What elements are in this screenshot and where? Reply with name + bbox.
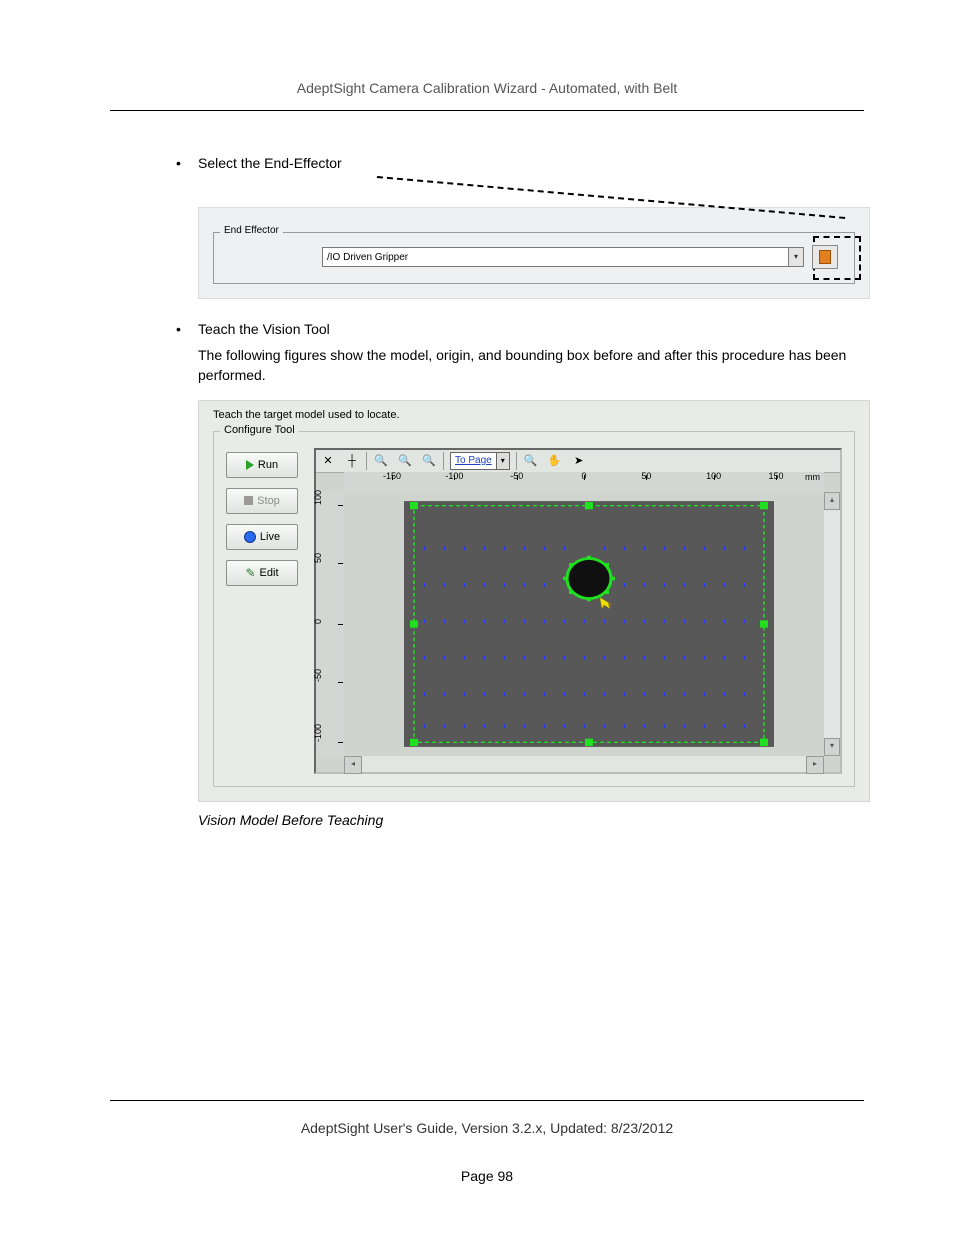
end-effector-combo-value: /IO Driven Gripper (323, 252, 788, 263)
stop-button-label: Stop (257, 495, 280, 507)
scroll-down-icon[interactable]: ▾ (824, 738, 840, 756)
configure-tool-legend: Configure Tool (220, 424, 299, 436)
ruler-unit-label: mm (805, 472, 820, 482)
configure-tool-groupbox: Configure Tool Run Stop Live (213, 431, 855, 787)
ruler-y-tick: 100 (313, 490, 323, 505)
page-number: Page 98 (110, 1168, 864, 1184)
live-icon (244, 531, 256, 543)
callout-line (377, 176, 845, 219)
zoom-out-icon[interactable]: 🔍 (417, 450, 441, 472)
page-header-title: AdeptSight Camera Calibration Wizard - A… (110, 80, 864, 96)
viewer-toolbar: ✕ ┼ 🔍 🔍 🔍 To Page ▾ (316, 450, 840, 473)
toolbar-separator (366, 452, 367, 470)
chevron-down-icon[interactable]: ▾ (496, 453, 509, 469)
model-viewer: ✕ ┼ 🔍 🔍 🔍 To Page ▾ (314, 448, 842, 774)
teach-panel: Teach the target model used to locate. C… (198, 400, 870, 802)
edit-icon: ✎ (245, 566, 255, 580)
ruler-top: -150 -100 -50 0 50 100 150 mm (344, 472, 824, 493)
footer-text: AdeptSight User's Guide, Version 3.2.x, … (110, 1120, 864, 1136)
stop-icon (244, 496, 253, 505)
run-button-label: Run (258, 459, 278, 471)
bullet-select-end-effector: Select the End-Effector (198, 155, 342, 171)
figure-caption: Vision Model Before Teaching (198, 812, 864, 828)
chevron-down-icon[interactable]: ▾ (788, 248, 803, 266)
footer-rule (110, 1100, 864, 1101)
edit-button[interactable]: ✎ Edit (226, 560, 298, 586)
vertical-scrollbar[interactable]: ▴ ▾ (823, 492, 840, 756)
end-effector-groupbox: End Effector /IO Driven Gripper ▾ (213, 232, 855, 284)
edit-button-label: Edit (260, 567, 279, 579)
scroll-left-icon[interactable]: ◂ (344, 756, 362, 774)
magnifier-icon[interactable]: 🔍 (519, 450, 543, 472)
hand-icon[interactable]: ✋ (543, 450, 567, 472)
zoom-in-icon[interactable]: 🔍 (369, 450, 393, 472)
ruler-left: 100 50 0 -50 -100 (316, 492, 345, 756)
scroll-right-icon[interactable]: ▸ (806, 756, 824, 774)
toolbar-separator-2 (443, 452, 444, 470)
end-effector-legend: End Effector (220, 225, 283, 236)
bullet-teach-vision-tool: Teach the Vision Tool (198, 321, 330, 337)
ruler-y-tick: 0 (313, 619, 323, 624)
crosshair-icon[interactable]: ┼ (340, 450, 364, 472)
scroll-up-icon[interactable]: ▴ (824, 492, 840, 510)
trash-icon (819, 250, 831, 264)
zoom-reset-icon[interactable]: 🔍 (393, 450, 417, 472)
pointer-icon[interactable]: ➤ (567, 450, 591, 472)
ruler-y-tick: -100 (313, 724, 323, 742)
ruler-y-tick: -50 (313, 669, 323, 682)
stop-button[interactable]: Stop (226, 488, 298, 514)
live-button-label: Live (260, 531, 280, 543)
to-page-combo[interactable]: To Page ▾ (450, 452, 510, 470)
toolbar-separator-3 (516, 452, 517, 470)
live-button[interactable]: Live (226, 524, 298, 550)
end-effector-delete-button[interactable] (812, 245, 838, 269)
tools-icon[interactable]: ✕ (316, 450, 340, 472)
horizontal-scrollbar[interactable]: ◂ ▸ (344, 755, 824, 772)
teach-paragraph: The following figures show the model, or… (198, 345, 864, 386)
teach-panel-title: Teach the target model used to locate. (213, 409, 400, 421)
run-button[interactable]: Run (226, 452, 298, 478)
end-effector-combo[interactable]: /IO Driven Gripper ▾ (322, 247, 804, 267)
play-icon (246, 460, 254, 470)
to-page-combo-label: To Page (451, 455, 496, 466)
ruler-y-tick: 50 (313, 553, 323, 563)
model-plot[interactable] (344, 492, 824, 756)
end-effector-panel: End Effector /IO Driven Gripper ▾ (198, 207, 870, 299)
